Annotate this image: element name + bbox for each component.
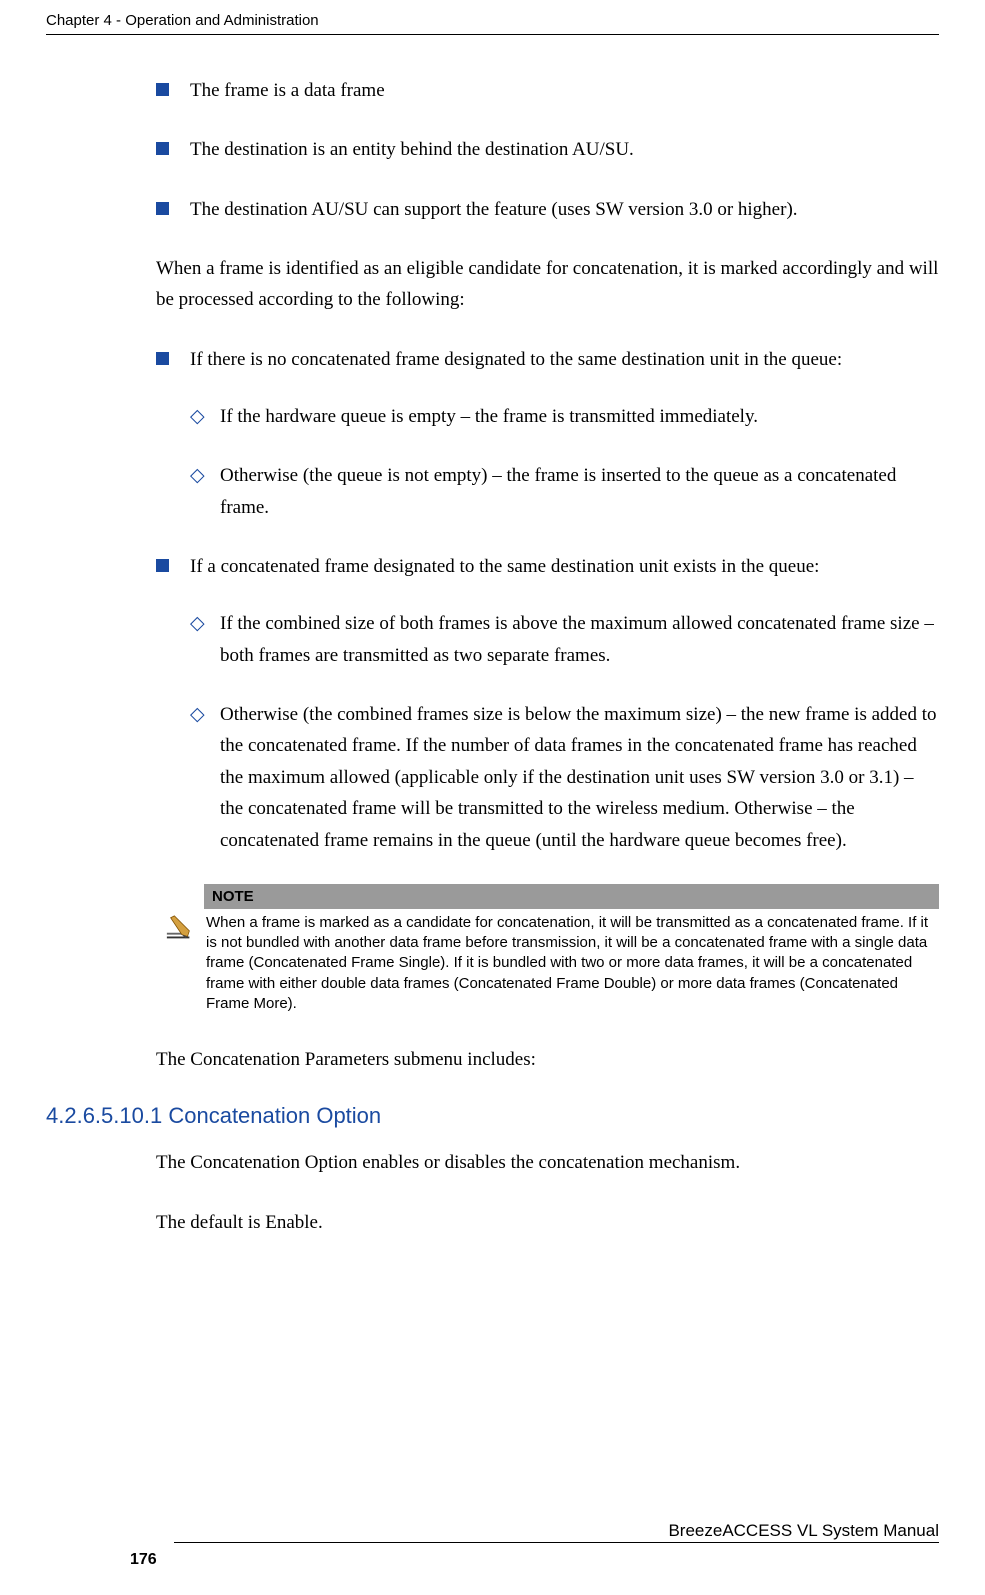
chapter-label: Chapter 4 - Operation and Administration xyxy=(46,12,319,29)
page-container: Chapter 4 - Operation and Administration… xyxy=(0,0,985,1595)
list-item: The destination AU/SU can support the fe… xyxy=(156,194,939,225)
sub-item: If the combined size of both frames is a… xyxy=(190,608,939,671)
page-header: Chapter 4 - Operation and Administration xyxy=(46,12,939,35)
list-item-text: If there is no concatenated frame design… xyxy=(190,349,842,370)
section-title: Concatenation Option xyxy=(168,1103,381,1128)
section-number: 4.2.6.5.10.1 xyxy=(46,1103,162,1128)
page-number: 176 xyxy=(130,1551,157,1569)
paragraph: When a frame is identified as an eligibl… xyxy=(156,253,939,316)
note-content: NOTE When a frame is marked as a candida… xyxy=(204,884,939,1014)
note-pencil-icon xyxy=(165,914,195,944)
paragraph: The Concatenation Parameters submenu inc… xyxy=(156,1044,939,1075)
list-item: The frame is a data frame xyxy=(156,75,939,106)
paragraph: The default is Enable. xyxy=(156,1207,939,1238)
list-item: If there is no concatenated frame design… xyxy=(156,344,939,523)
page-footer: BreezeACCESS VL System Manual 176 xyxy=(46,1542,939,1569)
note-block: NOTE When a frame is marked as a candida… xyxy=(156,884,939,1014)
note-header: NOTE xyxy=(204,884,939,909)
list-item: The destination is an entity behind the … xyxy=(156,134,939,165)
manual-title: BreezeACCESS VL System Manual xyxy=(668,1521,939,1541)
footer-divider xyxy=(174,1542,939,1543)
sub-item: Otherwise (the queue is not empty) – the… xyxy=(190,460,939,523)
list-item: If a concatenated frame designated to th… xyxy=(156,551,939,856)
sub-item: If the hardware queue is empty – the fra… xyxy=(190,401,939,432)
bullet-list-mid: If there is no concatenated frame design… xyxy=(156,344,939,856)
section-heading: 4.2.6.5.10.1 Concatenation Option xyxy=(46,1103,939,1129)
bullet-list-top: The frame is a data frame The destinatio… xyxy=(156,75,939,225)
list-item-text: If a concatenated frame designated to th… xyxy=(190,556,819,577)
sub-list: If the hardware queue is empty – the fra… xyxy=(190,401,939,523)
note-body: When a frame is marked as a candidate fo… xyxy=(204,909,939,1014)
note-icon-wrap xyxy=(156,884,204,1014)
sub-item: Otherwise (the combined frames size is b… xyxy=(190,699,939,856)
paragraph: The Concatenation Option enables or disa… xyxy=(156,1147,939,1178)
main-content: The frame is a data frame The destinatio… xyxy=(156,75,939,1238)
sub-list: If the combined size of both frames is a… xyxy=(190,608,939,855)
